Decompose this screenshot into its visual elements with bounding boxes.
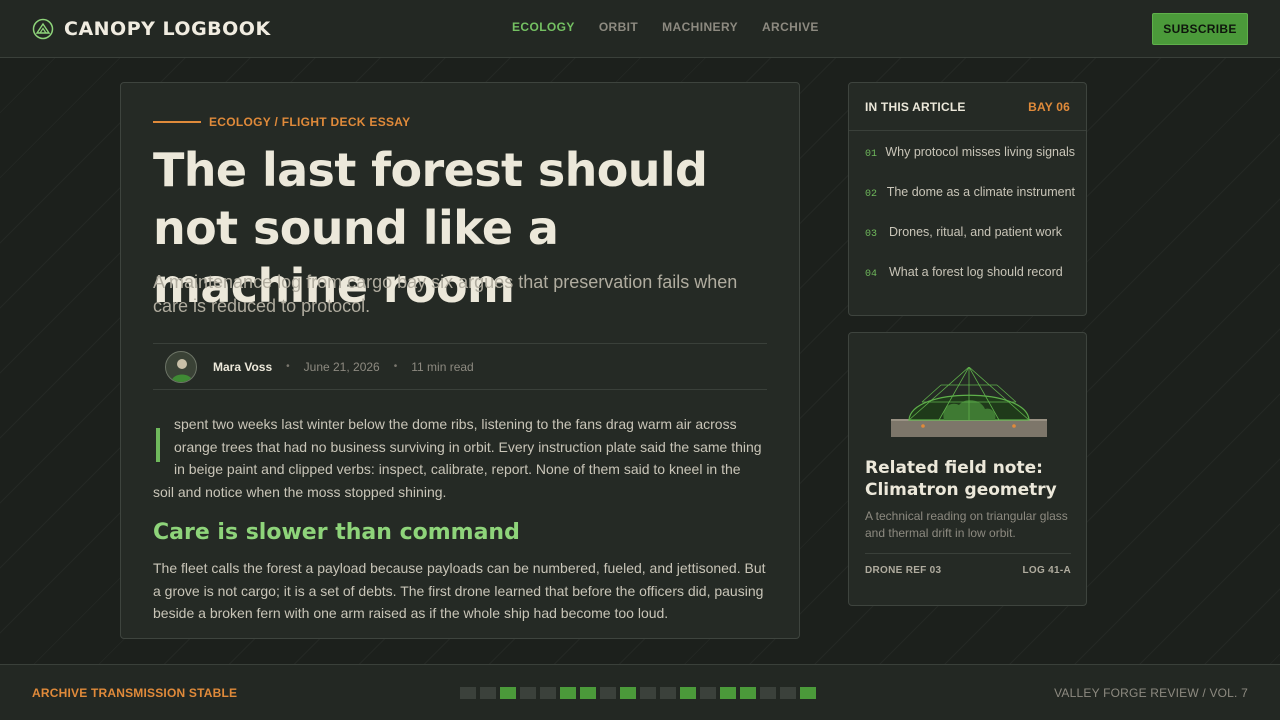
nav-ecology[interactable]: ECOLOGY xyxy=(512,20,575,34)
related-title[interactable]: Related field note: Climatron geometry xyxy=(865,457,1075,501)
signal-cell xyxy=(720,687,736,699)
log-ref: LOG 41-A xyxy=(1022,565,1071,576)
lead-paragraph: spent two weeks last winter below the do… xyxy=(153,416,762,501)
signal-cell xyxy=(800,687,816,699)
toc-item[interactable]: 04 What a forest log should record xyxy=(865,265,1075,305)
drop-cap-bar xyxy=(156,428,160,462)
toc-title: IN THIS ARTICLE xyxy=(865,100,966,114)
toc-item-label: What a forest log should record xyxy=(889,265,1063,279)
signal-cell xyxy=(500,687,516,699)
signal-cell xyxy=(700,687,716,699)
signal-cell xyxy=(480,687,496,699)
avatar-person-icon xyxy=(171,358,193,382)
toc-card: IN THIS ARTICLE BAY 06 01 Why protocol m… xyxy=(848,82,1087,316)
main-nav: ECOLOGY ORBIT MACHINERY ARCHIVE xyxy=(512,20,819,34)
kicker-text[interactable]: ECOLOGY / FLIGHT DECK ESSAY xyxy=(209,115,410,129)
toc-item-number: 02 xyxy=(865,189,878,200)
byline: Mara Voss • June 21, 2026 • 11 min read xyxy=(153,343,767,390)
subscribe-button[interactable]: SUBSCRIBE xyxy=(1152,13,1248,45)
toc-item-number: 03 xyxy=(865,229,878,240)
toc-item[interactable]: 01 Why protocol misses living signals xyxy=(865,145,1075,185)
section-subhead: Care is slower than command xyxy=(153,520,520,545)
signal-cell xyxy=(640,687,656,699)
article-card: ECOLOGY / FLIGHT DECK ESSAY The last for… xyxy=(120,82,800,639)
related-footer: DRONE REF 03 LOG 41-A xyxy=(865,553,1071,583)
transmission-status: ARCHIVE TRANSMISSION STABLE xyxy=(32,686,238,700)
related-description: A technical reading on triangular glass … xyxy=(865,509,1068,540)
lead-paragraph-block: spent two weeks last winter below the do… xyxy=(153,413,763,504)
toc-item[interactable]: 03 Drones, ritual, and patient work xyxy=(865,225,1075,265)
toc-header: IN THIS ARTICLE BAY 06 xyxy=(849,83,1086,131)
toc-list: 01 Why protocol misses living signals 02… xyxy=(865,145,1075,305)
publish-date: June 21, 2026 xyxy=(303,359,380,374)
signal-cell xyxy=(760,687,776,699)
signal-strip xyxy=(460,687,816,699)
toc-item-number: 01 xyxy=(865,149,878,160)
brand[interactable]: CANOPY LOGBOOK xyxy=(32,16,271,42)
article-kicker: ECOLOGY / FLIGHT DECK ESSAY xyxy=(153,115,410,129)
signal-cell xyxy=(540,687,556,699)
toc-item[interactable]: 02 The dome as a climate instrument xyxy=(865,185,1075,225)
second-paragraph: The fleet calls the forest a payload bec… xyxy=(153,560,766,622)
nav-orbit[interactable]: ORBIT xyxy=(599,20,638,34)
publication-credit[interactable]: VALLEY FORGE REVIEW / VOL. 7 xyxy=(1054,686,1248,700)
canopy-logo-icon xyxy=(32,18,54,40)
author-name[interactable]: Mara Voss xyxy=(213,360,272,374)
article-dek: A maintenance log from cargo bay six arg… xyxy=(153,272,738,316)
top-bar: CANOPY LOGBOOK ECOLOGY ORBIT MACHINERY A… xyxy=(0,0,1280,58)
read-time: 11 min read xyxy=(411,359,474,374)
related-card[interactable]: Related field note: Climatron geometry A… xyxy=(848,332,1087,606)
signal-cell xyxy=(780,687,796,699)
signal-cell xyxy=(620,687,636,699)
nav-archive[interactable]: ARCHIVE xyxy=(762,20,819,34)
signal-cell xyxy=(600,687,616,699)
signal-cell xyxy=(520,687,536,699)
footer-bar: ARCHIVE TRANSMISSION STABLE VALLEY FORGE… xyxy=(0,664,1280,720)
byline-separator: • xyxy=(286,361,290,372)
signal-cell xyxy=(560,687,576,699)
toc-item-number: 04 xyxy=(865,269,878,280)
signal-cell xyxy=(580,687,596,699)
signal-cell xyxy=(680,687,696,699)
signal-cell xyxy=(660,687,676,699)
byline-separator: • xyxy=(393,361,398,372)
toc-item-label: The dome as a climate instrument xyxy=(886,185,1075,199)
toc-bay-label: BAY 06 xyxy=(1028,100,1070,114)
kicker-rule xyxy=(153,121,201,123)
toc-item-label: Drones, ritual, and patient work xyxy=(889,225,1063,239)
brand-name: CANOPY LOGBOOK xyxy=(64,18,271,40)
signal-cell xyxy=(460,687,476,699)
toc-item-label: Why protocol misses living signals xyxy=(885,145,1075,159)
dome-illustration xyxy=(891,367,1047,437)
nav-machinery[interactable]: MACHINERY xyxy=(662,20,738,34)
drone-ref: DRONE REF 03 xyxy=(865,565,942,576)
signal-cell xyxy=(740,687,756,699)
author-avatar[interactable] xyxy=(165,350,197,383)
